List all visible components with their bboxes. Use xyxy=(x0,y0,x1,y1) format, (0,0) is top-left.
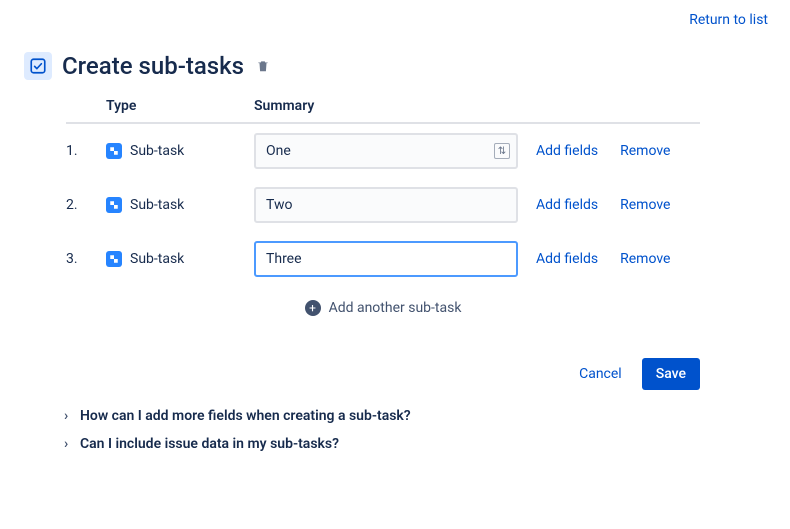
table-row: 2. Sub-task Add fields Remove xyxy=(66,178,700,232)
row-number: 3. xyxy=(66,251,106,267)
delete-icon[interactable] xyxy=(256,59,270,73)
page-title: Create sub-tasks xyxy=(62,52,244,80)
issue-type-label: Sub-task xyxy=(130,197,184,213)
faq-item[interactable]: › How can I add more fields when creating… xyxy=(64,402,411,430)
return-to-list-link[interactable]: Return to list xyxy=(689,12,768,28)
remove-link[interactable]: Remove xyxy=(620,251,670,267)
summary-input[interactable] xyxy=(254,241,518,277)
table-row: 3. Sub-task Add fields Remove xyxy=(66,232,700,286)
subtask-icon xyxy=(106,197,122,213)
add-fields-link[interactable]: Add fields xyxy=(536,143,598,159)
row-number: 2. xyxy=(66,197,106,213)
column-header-type: Type xyxy=(106,98,254,114)
faq-question: Can I include issue data in my sub-tasks… xyxy=(80,436,339,452)
faq-question: How can I add more fields when creating … xyxy=(80,408,411,424)
column-header-summary: Summary xyxy=(254,98,314,114)
issue-type-label: Sub-task xyxy=(130,143,184,159)
chevron-right-icon: › xyxy=(64,408,74,424)
summary-input[interactable] xyxy=(254,133,518,169)
issue-type-label: Sub-task xyxy=(130,251,184,267)
page-header-icon xyxy=(24,52,52,80)
add-fields-link[interactable]: Add fields xyxy=(536,197,598,213)
issue-type[interactable]: Sub-task xyxy=(106,143,254,159)
subtask-icon xyxy=(106,143,122,159)
add-another-subtask[interactable]: + Add another sub-task xyxy=(66,300,700,316)
cancel-button[interactable]: Cancel xyxy=(571,358,630,390)
table-row: 1. Sub-task ⇅ Add fields Remove xyxy=(66,124,700,178)
summary-input[interactable] xyxy=(254,187,518,223)
save-button[interactable]: Save xyxy=(642,358,700,390)
add-fields-link[interactable]: Add fields xyxy=(536,251,598,267)
issue-type[interactable]: Sub-task xyxy=(106,251,254,267)
remove-link[interactable]: Remove xyxy=(620,197,670,213)
remove-link[interactable]: Remove xyxy=(620,143,670,159)
smart-value-icon[interactable]: ⇅ xyxy=(494,143,510,159)
subtask-icon xyxy=(106,251,122,267)
issue-type[interactable]: Sub-task xyxy=(106,197,254,213)
row-number: 1. xyxy=(66,143,106,159)
chevron-right-icon: › xyxy=(64,436,74,452)
plus-icon: + xyxy=(305,300,321,316)
add-another-label: Add another sub-task xyxy=(329,300,462,316)
table-header: Type Summary xyxy=(66,98,700,124)
faq-item[interactable]: › Can I include issue data in my sub-task… xyxy=(64,430,411,458)
